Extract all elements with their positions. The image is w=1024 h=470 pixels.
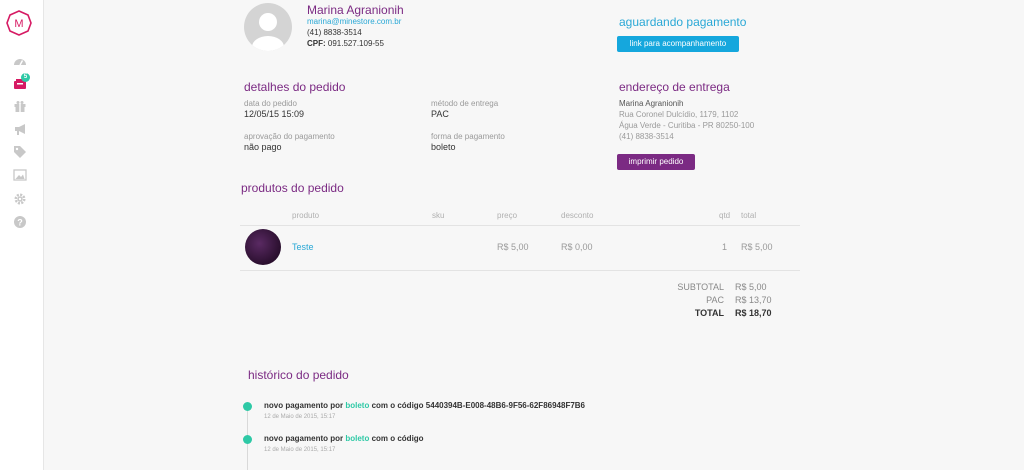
col-price: preço <box>497 211 518 220</box>
history-prefix: novo pagamento por <box>264 401 346 410</box>
payment-approval: não pago <box>244 142 282 152</box>
col-sku: sku <box>432 211 445 220</box>
history-suffix: com o código 5440394B-E008-48B6-9F56-62F… <box>369 401 586 410</box>
customer-phone: (41) 8838-3514 <box>307 28 362 37</box>
payment-method: boleto <box>431 142 456 152</box>
gear-icon[interactable] <box>13 192 27 206</box>
table-divider <box>240 225 800 226</box>
product-image <box>245 229 281 265</box>
order-status: aguardando pagamento <box>619 15 747 29</box>
print-order-button[interactable]: imprimir pedido <box>617 154 695 170</box>
logo-letter: M <box>14 18 23 30</box>
history-prefix: novo pagamento por <box>264 434 346 443</box>
subtotal-value: R$ 5,00 <box>735 282 767 292</box>
total-label: TOTAL <box>694 308 724 318</box>
history-method: boleto <box>345 434 370 443</box>
history-suffix: com o código <box>369 434 424 443</box>
subtotal-label: SUBTOTAL <box>677 282 724 292</box>
dashboard-icon[interactable] <box>13 55 27 69</box>
table-divider <box>240 270 800 271</box>
address-title: endereço de entrega <box>619 80 730 94</box>
megaphone-icon[interactable] <box>13 122 27 136</box>
history-entry-text: novo pagamento por boleto com o código 5… <box>264 401 585 410</box>
store-logo[interactable]: M <box>6 10 32 36</box>
tag-icon[interactable] <box>13 145 27 159</box>
delivery-method-label: método de entrega <box>431 99 499 108</box>
sidebar: M 5 ? <box>0 0 44 470</box>
order-date-label: data do pedido <box>244 99 297 108</box>
payment-method-label: forma de pagamento <box>431 132 505 141</box>
image-icon[interactable] <box>13 168 27 182</box>
orders-badge: 5 <box>21 73 30 82</box>
svg-text:?: ? <box>17 218 23 228</box>
total-value: R$ 18,70 <box>735 308 772 318</box>
product-discount: R$ 0,00 <box>561 242 593 252</box>
history-title: histórico do pedido <box>248 368 349 382</box>
customer-cpf: CPF: 091.527.109-55 <box>307 39 384 48</box>
history-method: boleto <box>345 401 370 410</box>
col-qty: qtd <box>719 211 731 220</box>
help-icon[interactable]: ? <box>13 215 27 229</box>
tracking-link-button[interactable]: link para acompanhamento <box>617 36 739 52</box>
cpf-label: CPF: <box>307 39 326 48</box>
customer-email[interactable]: marina@minestore.com.br <box>307 17 401 26</box>
timeline-dot <box>243 402 252 411</box>
col-discount: desconto <box>561 211 594 220</box>
customer-name: Marina Agranionih <box>307 3 404 17</box>
gift-icon[interactable] <box>13 99 27 113</box>
product-name-link[interactable]: Teste <box>292 242 314 252</box>
product-price: R$ 5,00 <box>497 242 529 252</box>
details-title: detalhes do pedido <box>244 80 346 94</box>
product-qty: 1 <box>722 242 728 252</box>
history-entry-date: 12 de Maio de 2015, 15:17 <box>264 447 336 453</box>
timeline-dot <box>243 435 252 444</box>
shipping-value: R$ 13,70 <box>735 295 772 305</box>
address-phone: (41) 8838-3514 <box>619 132 674 141</box>
address-street: Rua Coronel Dulcídio, 1179, 1102 <box>619 110 739 119</box>
payment-approval-label: aprovação do pagamento <box>244 132 335 141</box>
history-entry-date: 12 de Maio de 2015, 15:17 <box>264 414 336 420</box>
product-total: R$ 5,00 <box>741 242 773 252</box>
products-title: produtos do pedido <box>241 181 344 195</box>
order-date: 12/05/15 15:09 <box>244 109 305 119</box>
customer-avatar <box>244 3 292 51</box>
col-product: produto <box>292 211 320 220</box>
history-entry-text: novo pagamento por boleto com o código <box>264 434 424 443</box>
shipping-label: PAC <box>706 295 724 305</box>
address-name: Marina Agranionih <box>619 99 684 108</box>
cpf-value: 091.527.109-55 <box>327 39 384 48</box>
delivery-method: PAC <box>431 109 449 119</box>
col-total: total <box>741 211 757 220</box>
address-city: Água Verde - Curitiba - PR 80250-100 <box>619 121 755 130</box>
